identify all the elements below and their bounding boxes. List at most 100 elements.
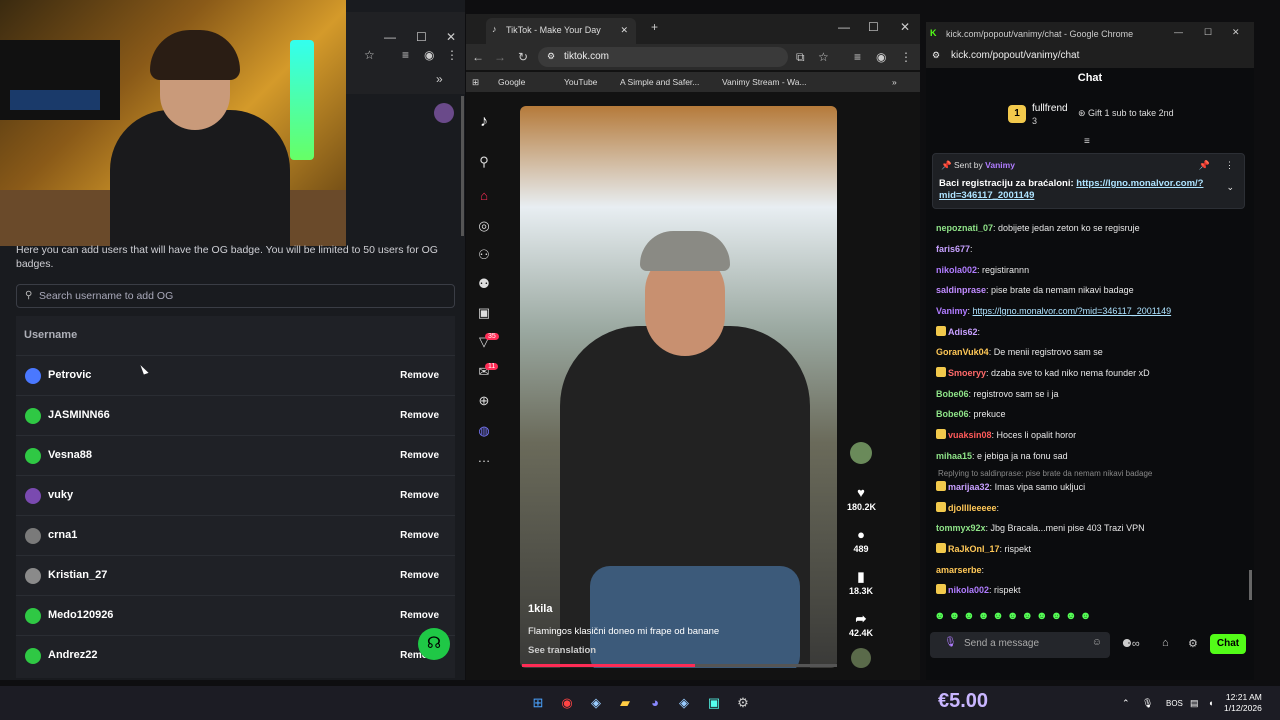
unpin-icon[interactable]: 📌: [1199, 160, 1210, 171]
remove-button[interactable]: Remove: [400, 490, 439, 501]
chat-username[interactable]: nikola002: [948, 585, 989, 595]
discord-icon[interactable]: ◕: [646, 694, 664, 712]
reload-icon[interactable]: ↻: [518, 50, 528, 64]
search-icon[interactable]: ⚲: [476, 154, 492, 170]
live-icon[interactable]: ▣: [476, 305, 492, 321]
chat-username[interactable]: Bobe06: [936, 409, 969, 419]
chat-username[interactable]: tommyx92x: [936, 523, 986, 533]
following-icon[interactable]: ⚇: [476, 247, 492, 263]
profile-icon[interactable]: ◉: [876, 50, 886, 64]
profile-icon[interactable]: ◉: [424, 48, 434, 62]
chat-username[interactable]: saldinprase: [936, 285, 986, 295]
apps-grid-icon[interactable]: ⊞: [472, 77, 479, 88]
home-icon[interactable]: ⌂: [476, 188, 492, 204]
gift-sub-button[interactable]: ⊛ Gift 1 sub to take 2nd: [1078, 108, 1174, 119]
emoji-icon[interactable]: ☺: [1092, 637, 1102, 648]
site-info-icon[interactable]: ⚙: [932, 50, 940, 61]
bookmark-google[interactable]: Google: [498, 77, 525, 87]
more-icon[interactable]: …: [476, 450, 492, 466]
creator-avatar[interactable]: [847, 442, 875, 466]
video-player[interactable]: [520, 106, 837, 668]
maximize-icon[interactable]: ☐: [1204, 27, 1212, 38]
app-icon[interactable]: ▣: [705, 694, 723, 712]
star-icon[interactable]: ☆: [818, 50, 829, 64]
media-icon[interactable]: ≡: [402, 48, 409, 62]
tray-chevron-icon[interactable]: ⌃: [1122, 698, 1130, 709]
minimize-icon[interactable]: —: [384, 30, 396, 44]
chat-text[interactable]: https://lgno.monalvor.com/?mid=346117_20…: [973, 306, 1172, 316]
system-clock[interactable]: 12:21 AM 1/12/2026: [1224, 692, 1262, 714]
install-app-icon[interactable]: ⧉: [796, 50, 805, 65]
video-progress-bar[interactable]: [522, 664, 837, 667]
avatar[interactable]: [434, 103, 454, 123]
chat-username[interactable]: RaJkOnl_17: [948, 544, 1000, 554]
steam-icon[interactable]: ◈: [587, 694, 605, 712]
remove-button[interactable]: Remove: [400, 610, 439, 621]
filter-icon[interactable]: ≡: [1084, 136, 1090, 147]
explore-icon[interactable]: ◎: [476, 218, 492, 234]
chat-username[interactable]: Bobe06: [936, 389, 969, 399]
emote-quickbar[interactable]: ☻☻☻☻☻☻☻☻☻☻☻: [934, 610, 1134, 624]
bookmark-simple-safer[interactable]: A Simple and Safer...: [620, 77, 699, 87]
back-icon[interactable]: ←: [472, 50, 484, 64]
chat-username[interactable]: vuaksin08: [948, 430, 992, 440]
chat-username[interactable]: Adis62: [948, 327, 978, 337]
chat-username[interactable]: faris677: [936, 244, 970, 254]
chat-username[interactable]: amarserbe: [936, 565, 982, 575]
language-indicator[interactable]: BOS: [1166, 699, 1183, 708]
chat-username[interactable]: nepoznati_07: [936, 223, 993, 233]
tray-mic-icon[interactable]: 🎙: [1142, 698, 1153, 709]
more-options-icon[interactable]: ⋮: [1225, 160, 1234, 171]
chat-username[interactable]: marijaa32: [948, 482, 990, 492]
profile-avatar-icon[interactable]: ◍: [476, 423, 492, 439]
minimize-icon[interactable]: —: [1174, 27, 1183, 37]
see-translation-link[interactable]: See translation: [528, 645, 596, 656]
comment-button[interactable]: ● 489: [847, 526, 875, 554]
close-icon[interactable]: ✕: [1232, 27, 1240, 38]
upload-icon[interactable]: ⊕: [476, 393, 492, 409]
chat-username[interactable]: GoranVuk04: [936, 347, 989, 357]
maximize-icon[interactable]: ☐: [416, 30, 427, 44]
volume-icon[interactable]: ◖: [1208, 698, 1213, 708]
support-chat-button[interactable]: ☊: [418, 628, 450, 660]
chat-username[interactable]: nikola002: [936, 265, 977, 275]
bookmark-youtube[interactable]: YouTube: [564, 77, 597, 87]
chat-username[interactable]: djolllleeeee: [948, 503, 997, 513]
like-button[interactable]: ♥ 180.2K: [847, 484, 876, 512]
chat-username[interactable]: mihaa15: [936, 451, 972, 461]
settings-app-icon[interactable]: ⚙: [734, 694, 752, 712]
new-tab-icon[interactable]: +: [651, 20, 658, 34]
remove-button[interactable]: Remove: [400, 370, 439, 381]
chrome-icon[interactable]: ◉: [558, 694, 576, 712]
menu-dots-icon[interactable]: ⋮: [446, 48, 458, 62]
chat-username[interactable]: Vanimy: [936, 306, 968, 316]
url-field[interactable]: ⚙ tiktok.com: [538, 47, 788, 67]
forward-icon[interactable]: →: [494, 50, 506, 64]
tiktok-logo-icon[interactable]: ♪: [476, 114, 492, 130]
network-icon[interactable]: ▤: [1190, 698, 1199, 709]
star-icon[interactable]: ☆: [364, 48, 375, 62]
bookmarks-overflow-icon[interactable]: »: [436, 72, 443, 86]
chat-scrollbar[interactable]: [1249, 570, 1252, 600]
start-icon[interactable]: ⊞: [529, 694, 547, 712]
remove-button[interactable]: Remove: [400, 410, 439, 421]
bookmarks-overflow-icon[interactable]: »: [892, 77, 897, 87]
gift-icon[interactable]: ⌂: [1162, 637, 1169, 649]
remove-button[interactable]: Remove: [400, 450, 439, 461]
sound-avatar[interactable]: [847, 648, 875, 670]
remove-button[interactable]: Remove: [400, 530, 439, 541]
save-button[interactable]: ▮ 18.3K: [847, 568, 875, 596]
bookmark-vanimy-stream[interactable]: Vanimy Stream - Wa...: [722, 77, 807, 87]
chat-username[interactable]: Smoeryy: [948, 368, 986, 378]
close-icon[interactable]: ✕: [446, 30, 456, 44]
settings-icon[interactable]: ⚙: [1188, 637, 1198, 650]
kick-address-bar[interactable]: ⚙ kick.com/popout/vanimy/chat: [926, 46, 1254, 68]
minimize-icon[interactable]: —: [838, 20, 850, 34]
site-info-icon[interactable]: ⚙: [547, 51, 555, 62]
media-icon[interactable]: ≡: [854, 50, 861, 64]
og-search-input[interactable]: ⚲ Search username to add OG: [16, 284, 455, 308]
video-author[interactable]: 1kila: [528, 603, 552, 615]
left-scrollbar[interactable]: [461, 96, 464, 236]
file-explorer-icon[interactable]: ▰: [616, 694, 634, 712]
steam-2-icon[interactable]: ◈: [675, 694, 693, 712]
